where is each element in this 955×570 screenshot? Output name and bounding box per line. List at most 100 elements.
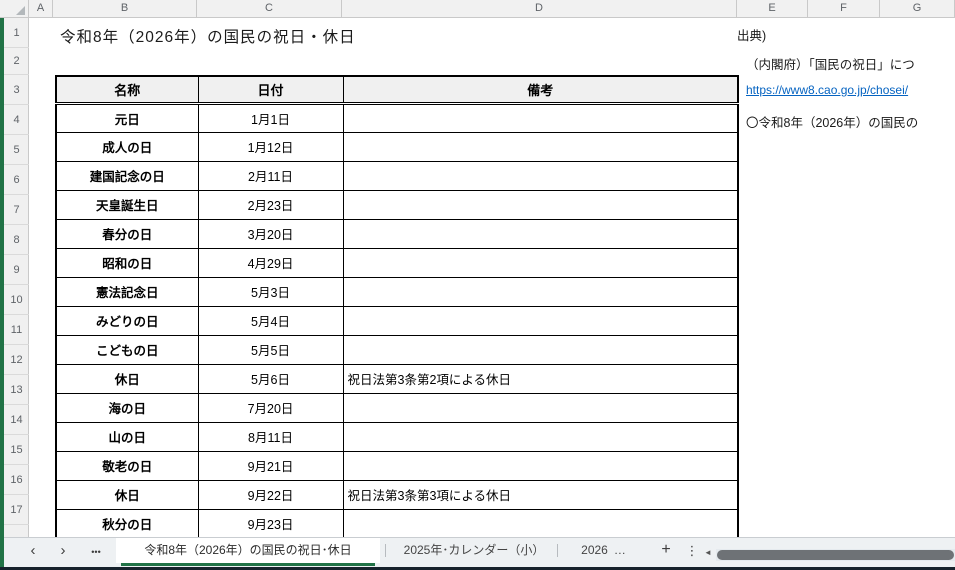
holiday-cell-name[interactable]: 敬老の日 xyxy=(56,451,198,480)
holiday-cell-name[interactable]: 秋分の日 xyxy=(56,509,198,537)
row-header-9[interactable]: 9 xyxy=(4,255,29,285)
holiday-cell-note[interactable] xyxy=(343,393,738,422)
holiday-cell-name[interactable]: 天皇誕生日 xyxy=(56,190,198,219)
sheet-nav-more-icon[interactable]: ••• xyxy=(84,541,108,563)
holiday-cell-name[interactable]: 元日 xyxy=(56,103,198,132)
holiday-cell-name[interactable]: 春分の日 xyxy=(56,219,198,248)
holiday-cell-date[interactable]: 5月5日 xyxy=(198,335,343,364)
source-label-cell[interactable]: 出典) xyxy=(737,25,766,44)
holiday-cell-note[interactable] xyxy=(343,277,738,306)
holiday-cell-date[interactable]: 4月29日 xyxy=(198,248,343,277)
holiday-cell-note[interactable] xyxy=(343,306,738,335)
sheet-tab-label: 2025年･カレンダー（小） xyxy=(404,543,545,557)
holiday-cell-date[interactable]: 9月22日 xyxy=(198,480,343,509)
holiday-cell-date[interactable]: 2月23日 xyxy=(198,190,343,219)
holiday-cell-date[interactable]: 5月3日 xyxy=(198,277,343,306)
row-header-11[interactable]: 11 xyxy=(4,315,29,345)
sheet-title-cell[interactable]: 令和8年（2026年）の国民の祝日・休日 xyxy=(60,25,356,47)
row-header-1[interactable]: 1 xyxy=(4,18,29,48)
horizontal-scrollbar-track[interactable] xyxy=(716,549,955,561)
holiday-cell-date[interactable]: 9月21日 xyxy=(198,451,343,480)
holiday-cell-name[interactable]: 休日 xyxy=(56,480,198,509)
horizontal-scrollbar-thumb[interactable] xyxy=(717,550,954,560)
new-sheet-button[interactable]: + xyxy=(655,539,677,561)
holiday-cell-name[interactable]: 憲法記念日 xyxy=(56,277,198,306)
source-credit-cell[interactable]: （内閣府）「国民の祝日」につ xyxy=(746,54,915,73)
active-tab-underline xyxy=(121,563,375,566)
holiday-cell-note[interactable] xyxy=(343,335,738,364)
row-header-16[interactable]: 16 xyxy=(4,465,29,495)
holiday-cell-note[interactable] xyxy=(343,509,738,537)
sheet-tab-3[interactable]: 2026… xyxy=(560,538,648,563)
holiday-cell-note[interactable] xyxy=(343,190,738,219)
holiday-header-note[interactable]: 備考 xyxy=(343,76,738,103)
column-header-C[interactable]: C xyxy=(197,0,342,17)
holiday-row: 海の日7月20日 xyxy=(56,393,738,422)
worksheet[interactable]: 令和8年（2026年）の国民の祝日・休日 出典) （内閣府）「国民の祝日」につ … xyxy=(30,18,955,537)
holiday-cell-note[interactable] xyxy=(343,161,738,190)
holiday-cell-name[interactable]: 昭和の日 xyxy=(56,248,198,277)
row-header-13[interactable]: 13 xyxy=(4,375,29,405)
row-header-8[interactable]: 8 xyxy=(4,225,29,255)
row-header-2[interactable]: 2 xyxy=(4,48,29,75)
holiday-row: 山の日8月11日 xyxy=(56,422,738,451)
holiday-cell-date[interactable]: 1月12日 xyxy=(198,132,343,161)
column-header-F[interactable]: F xyxy=(808,0,880,17)
source-hyperlink[interactable]: https://www8.cao.go.jp/chosei/ xyxy=(746,83,908,97)
column-header-E[interactable]: E xyxy=(737,0,808,17)
column-header-D[interactable]: D xyxy=(342,0,737,17)
holiday-row: 憲法記念日5月3日 xyxy=(56,277,738,306)
row-header-5[interactable]: 5 xyxy=(4,135,29,165)
holiday-cell-date[interactable]: 1月1日 xyxy=(198,103,343,132)
row-header-14[interactable]: 14 xyxy=(4,405,29,435)
holiday-cell-name[interactable]: 海の日 xyxy=(56,393,198,422)
sheet-tab-1[interactable]: 令和8年（2026年）の国民の祝日･休日 xyxy=(116,538,380,563)
sheet-nav-next-icon[interactable]: › xyxy=(54,540,72,562)
holiday-cell-date[interactable]: 5月6日 xyxy=(198,364,343,393)
sheet-menu-icon[interactable]: ⋮ xyxy=(685,540,699,562)
row-header-12[interactable]: 12 xyxy=(4,345,29,375)
column-header-A[interactable]: A xyxy=(29,0,53,17)
holiday-cell-name[interactable]: みどりの日 xyxy=(56,306,198,335)
row-header-4[interactable]: 4 xyxy=(4,105,29,135)
holiday-cell-date[interactable]: 2月11日 xyxy=(198,161,343,190)
holiday-cell-date[interactable]: 5月4日 xyxy=(198,306,343,335)
row-header-gutter: 1234567891011121314151617 xyxy=(0,18,29,537)
holiday-cell-date[interactable]: 9月23日 xyxy=(198,509,343,537)
holiday-cell-date[interactable]: 8月11日 xyxy=(198,422,343,451)
holiday-cell-note[interactable] xyxy=(343,248,738,277)
sheet-tab-bar: ‹ › ••• 令和8年（2026年）の国民の祝日･休日 2025年･カレンダー（… xyxy=(0,537,955,567)
holiday-cell-date[interactable]: 3月20日 xyxy=(198,219,343,248)
sheet-tab-2[interactable]: 2025年･カレンダー（小） xyxy=(388,538,560,563)
holiday-cell-name[interactable]: 山の日 xyxy=(56,422,198,451)
holiday-cell-note[interactable] xyxy=(343,422,738,451)
holiday-cell-date[interactable]: 7月20日 xyxy=(198,393,343,422)
holiday-row: こどもの日5月5日 xyxy=(56,335,738,364)
holiday-header-date[interactable]: 日付 xyxy=(198,76,343,103)
row-header-17[interactable]: 17 xyxy=(4,495,29,525)
column-header-row: ABCDEFG xyxy=(0,0,955,18)
holiday-cell-note[interactable] xyxy=(343,219,738,248)
row-header-15[interactable]: 15 xyxy=(4,435,29,465)
select-all-corner[interactable] xyxy=(0,0,29,17)
holiday-cell-name[interactable]: 建国記念の日 xyxy=(56,161,198,190)
holiday-cell-note[interactable]: 祝日法第3条第2項による休日 xyxy=(343,364,738,393)
row-header-10[interactable]: 10 xyxy=(4,285,29,315)
holiday-cell-note[interactable]: 祝日法第3条第3項による休日 xyxy=(343,480,738,509)
holiday-cell-note[interactable] xyxy=(343,451,738,480)
sheet-nav-prev-icon[interactable]: ‹ xyxy=(24,540,42,562)
holiday-cell-note[interactable] xyxy=(343,103,738,132)
holiday-row: 昭和の日4月29日 xyxy=(56,248,738,277)
holiday-header-name[interactable]: 名称 xyxy=(56,76,198,103)
holiday-cell-name[interactable]: こどもの日 xyxy=(56,335,198,364)
source-note-cell[interactable]: 〇令和8年（2026年）の国民の xyxy=(746,112,918,131)
row-header-3[interactable]: 3 xyxy=(4,75,29,105)
column-header-B[interactable]: B xyxy=(53,0,197,17)
row-header-6[interactable]: 6 xyxy=(4,165,29,195)
holiday-cell-name[interactable]: 成人の日 xyxy=(56,132,198,161)
row-header-7[interactable]: 7 xyxy=(4,195,29,225)
hscroll-left-arrow-icon[interactable]: ◄ xyxy=(702,546,714,560)
column-header-G[interactable]: G xyxy=(880,0,955,17)
holiday-cell-name[interactable]: 休日 xyxy=(56,364,198,393)
holiday-cell-note[interactable] xyxy=(343,132,738,161)
